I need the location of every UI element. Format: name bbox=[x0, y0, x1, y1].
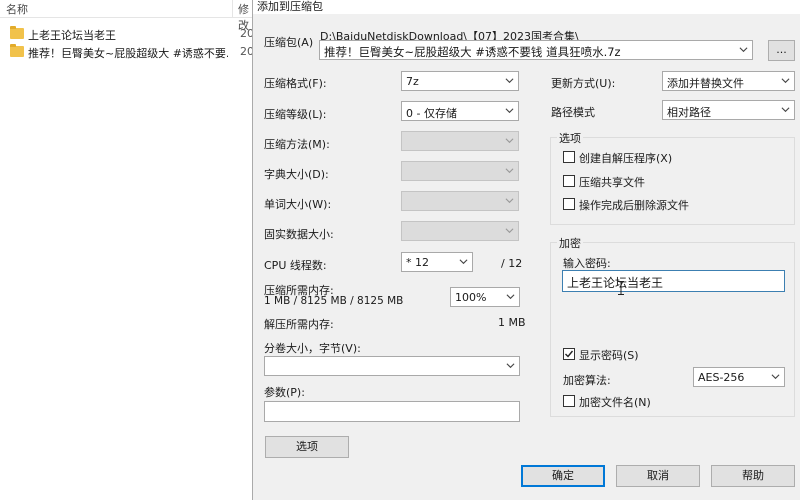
help-button[interactable]: 帮助 bbox=[711, 465, 795, 487]
chevron-down-icon[interactable] bbox=[781, 105, 790, 114]
cpu-max: / 12 bbox=[501, 257, 523, 270]
ok-button[interactable]: 确定 bbox=[521, 465, 605, 487]
file-name: 上老王论坛当老王 bbox=[28, 29, 116, 42]
password-value: 上老王论坛当老王 bbox=[567, 276, 664, 290]
add-to-archive-dialog: 添加到压缩包 压缩包(A) D:\BaiduNetdiskDownload\【0… bbox=[252, 0, 800, 500]
file-explorer: 名称 修改 上老王论坛当老王 20 推荐！巨臀美女~屁股超级大 #诱惑不要...… bbox=[0, 0, 258, 500]
column-separator[interactable] bbox=[232, 0, 233, 18]
text-cursor-icon bbox=[618, 281, 624, 295]
cpu-threads-value: * 12 bbox=[406, 256, 429, 269]
level-value: 0 - 仅存储 bbox=[406, 107, 457, 120]
chevron-down-icon[interactable] bbox=[739, 45, 748, 54]
checkbox-box[interactable] bbox=[563, 348, 575, 360]
mem-decomp-label: 解压所需内存: bbox=[264, 318, 334, 331]
params-label: 参数(P): bbox=[264, 386, 305, 399]
update-label: 更新方式(U): bbox=[551, 77, 616, 90]
show-password-label: 显示密码(S) bbox=[579, 349, 639, 362]
path-mode-value: 相对路径 bbox=[667, 106, 711, 119]
archive-name-value: 推荐！巨臀美女~屁股超级大 #诱惑不要钱 道具狂喷水.7z bbox=[324, 45, 621, 59]
chevron-down-icon[interactable] bbox=[781, 76, 790, 85]
format-label: 压缩格式(F): bbox=[264, 77, 327, 90]
folder-icon bbox=[10, 44, 24, 57]
dialog-titlebar[interactable]: 添加到压缩包 bbox=[253, 0, 800, 14]
params-input[interactable] bbox=[264, 401, 520, 422]
chevron-down-icon bbox=[505, 166, 514, 175]
options-group-title: 选项 bbox=[557, 130, 583, 146]
chevron-down-icon[interactable] bbox=[771, 372, 780, 381]
password-input[interactable]: 上老王论坛当老王 bbox=[562, 270, 785, 292]
method-label: 压缩方法(M): bbox=[264, 138, 330, 151]
word-select bbox=[401, 191, 519, 211]
format-value: 7z bbox=[406, 75, 419, 88]
cancel-button[interactable]: 取消 bbox=[616, 465, 700, 487]
chevron-down-icon[interactable] bbox=[506, 292, 515, 301]
cpu-label: CPU 线程数: bbox=[264, 259, 327, 272]
update-mode-select[interactable]: 添加并替换文件 bbox=[662, 71, 795, 91]
checkbox-box[interactable] bbox=[563, 198, 575, 210]
word-label: 单词大小(W): bbox=[264, 198, 332, 211]
folder-icon bbox=[10, 26, 24, 39]
update-mode-value: 添加并替换文件 bbox=[667, 77, 744, 90]
dict-select bbox=[401, 161, 519, 181]
cpu-threads-select[interactable]: * 12 bbox=[401, 252, 473, 272]
chevron-down-icon[interactable] bbox=[505, 106, 514, 115]
column-header: 名称 修改 bbox=[0, 0, 258, 32]
file-name: 推荐！巨臀美女~屁股超级大 #诱惑不要... bbox=[28, 47, 228, 60]
mem-decomp-value: 1 MB bbox=[498, 316, 526, 329]
level-label: 压缩等级(L): bbox=[264, 108, 327, 121]
level-select[interactable]: 0 - 仅存储 bbox=[401, 101, 519, 121]
chevron-down-icon[interactable] bbox=[459, 257, 468, 266]
password-label: 输入密码: bbox=[563, 257, 611, 270]
split-size-combo[interactable] bbox=[264, 356, 520, 376]
solid-label: 固实数据大小: bbox=[264, 228, 334, 241]
dialog-title: 添加到压缩包 bbox=[257, 0, 323, 13]
chevron-down-icon[interactable] bbox=[506, 361, 515, 370]
method-select bbox=[401, 131, 519, 151]
encrypt-names-label: 加密文件名(N) bbox=[579, 396, 651, 409]
sfx-label: 创建自解压程序(X) bbox=[579, 152, 673, 165]
checkbox-box[interactable] bbox=[563, 151, 575, 163]
delete-source-label: 操作完成后删除源文件 bbox=[579, 199, 689, 212]
checkmark-icon bbox=[565, 350, 574, 358]
file-row[interactable]: 上老王论坛当老王 20 bbox=[0, 24, 258, 44]
enc-method-value: AES-256 bbox=[698, 371, 745, 384]
browse-button[interactable]: ... bbox=[768, 40, 795, 61]
mem-percent-select[interactable]: 100% bbox=[450, 287, 520, 307]
solid-select bbox=[401, 221, 519, 241]
file-row[interactable]: 推荐！巨臀美女~屁股超级大 #诱惑不要... 20 bbox=[0, 42, 258, 62]
enc-method-label: 加密算法: bbox=[563, 374, 611, 387]
format-select[interactable]: 7z bbox=[401, 71, 519, 91]
shared-files-label: 压缩共享文件 bbox=[579, 176, 645, 189]
options-button[interactable]: 选项 bbox=[265, 436, 349, 458]
dict-label: 字典大小(D): bbox=[264, 168, 329, 181]
mem-comp-detail: 1 MB / 8125 MB / 8125 MB bbox=[264, 295, 404, 307]
path-mode-select[interactable]: 相对路径 bbox=[662, 100, 795, 120]
encryption-group-title: 加密 bbox=[557, 235, 583, 251]
column-name-header[interactable]: 名称 bbox=[6, 1, 28, 17]
chevron-down-icon bbox=[505, 226, 514, 235]
mem-percent-value: 100% bbox=[455, 291, 487, 304]
path-mode-label: 路径模式 bbox=[551, 106, 595, 119]
archive-label: 压缩包(A) bbox=[264, 36, 314, 49]
chevron-down-icon bbox=[505, 136, 514, 145]
archive-name-combo[interactable]: 推荐！巨臀美女~屁股超级大 #诱惑不要钱 道具狂喷水.7z bbox=[319, 40, 753, 60]
chevron-down-icon bbox=[505, 196, 514, 205]
enc-method-select[interactable]: AES-256 bbox=[693, 367, 785, 387]
split-label: 分卷大小，字节(V): bbox=[264, 342, 361, 355]
chevron-down-icon[interactable] bbox=[505, 76, 514, 85]
checkbox-box[interactable] bbox=[563, 175, 575, 187]
checkbox-box[interactable] bbox=[563, 395, 575, 407]
